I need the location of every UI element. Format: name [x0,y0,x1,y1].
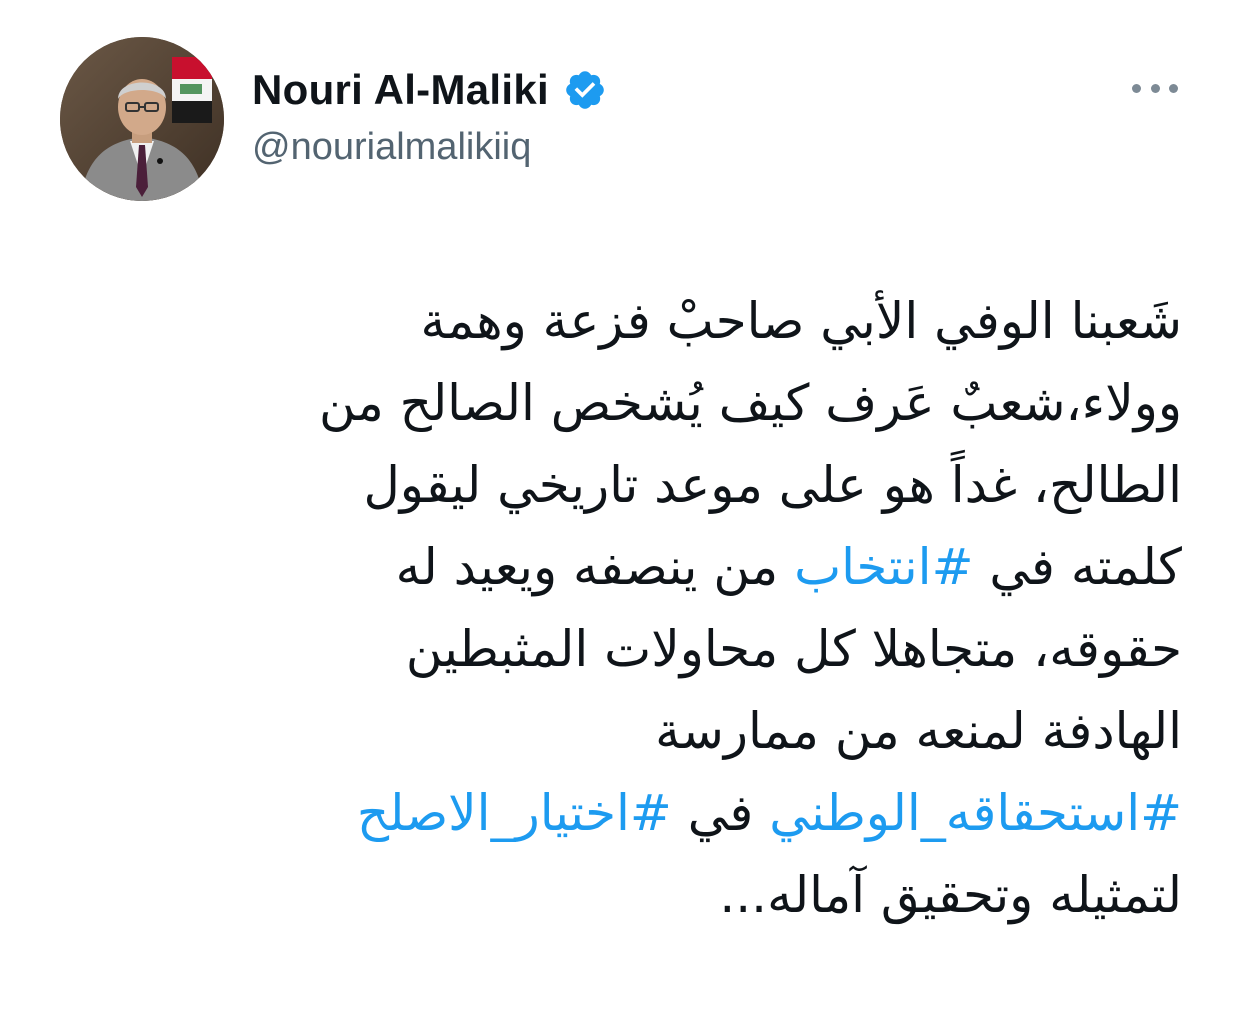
tweet-text: شَعبنا الوفي الأبي صاحبْ فزعة وهمة وولاء… [130,280,1182,936]
tweet-line: وولاء،شعبٌ عَرف كيف يُشخص الصالح من [318,374,1182,432]
tweet-line: #استحقاقه_الوطني في #اختيار_الاصلح [130,772,1182,854]
tweet-text-segment: كلمته في [973,538,1182,596]
verified-badge-icon [563,68,607,112]
hashtag-link[interactable]: #انتخاب [794,538,973,596]
tweet-line: الطالح، غداً هو على موعد تاريخي ليقول [363,456,1182,514]
dot [1169,83,1178,93]
profile-photo [60,37,224,201]
dot [1150,83,1160,93]
hashtag-link[interactable]: #اختيار_الاصلح [357,784,672,842]
tweet-line: شَعبنا الوفي الأبي صاحبْ فزعة وهمة [420,292,1182,350]
avatar[interactable] [60,37,224,201]
author-name-row: Nouri Al-Maliki [252,62,607,118]
tweet-text-segment: من ينصفه ويعيد له [395,538,795,596]
dot [1132,83,1141,93]
hashtag-link[interactable]: #استحقاقه_الوطني [769,784,1182,842]
more-options-icon[interactable] [1132,76,1178,100]
author-display-name[interactable]: Nouri Al-Maliki [252,66,549,114]
tweet-card: Nouri Al-Maliki @nourialmalikiiq شَعبنا … [0,0,1242,1009]
tweet-line: كلمته في #انتخاب من ينصفه ويعيد له [130,526,1182,608]
tweet-line: حقوقه، متجاهلا كل محاولات المثبطين [405,620,1182,678]
tweet-text-segment: في [671,784,770,842]
author-handle[interactable]: @nourialmalikiiq [252,126,531,169]
tweet-line: الهادفة لمنعه من ممارسة [655,702,1182,760]
tweet-line: لتمثيله وتحقيق آماله... [719,866,1182,924]
